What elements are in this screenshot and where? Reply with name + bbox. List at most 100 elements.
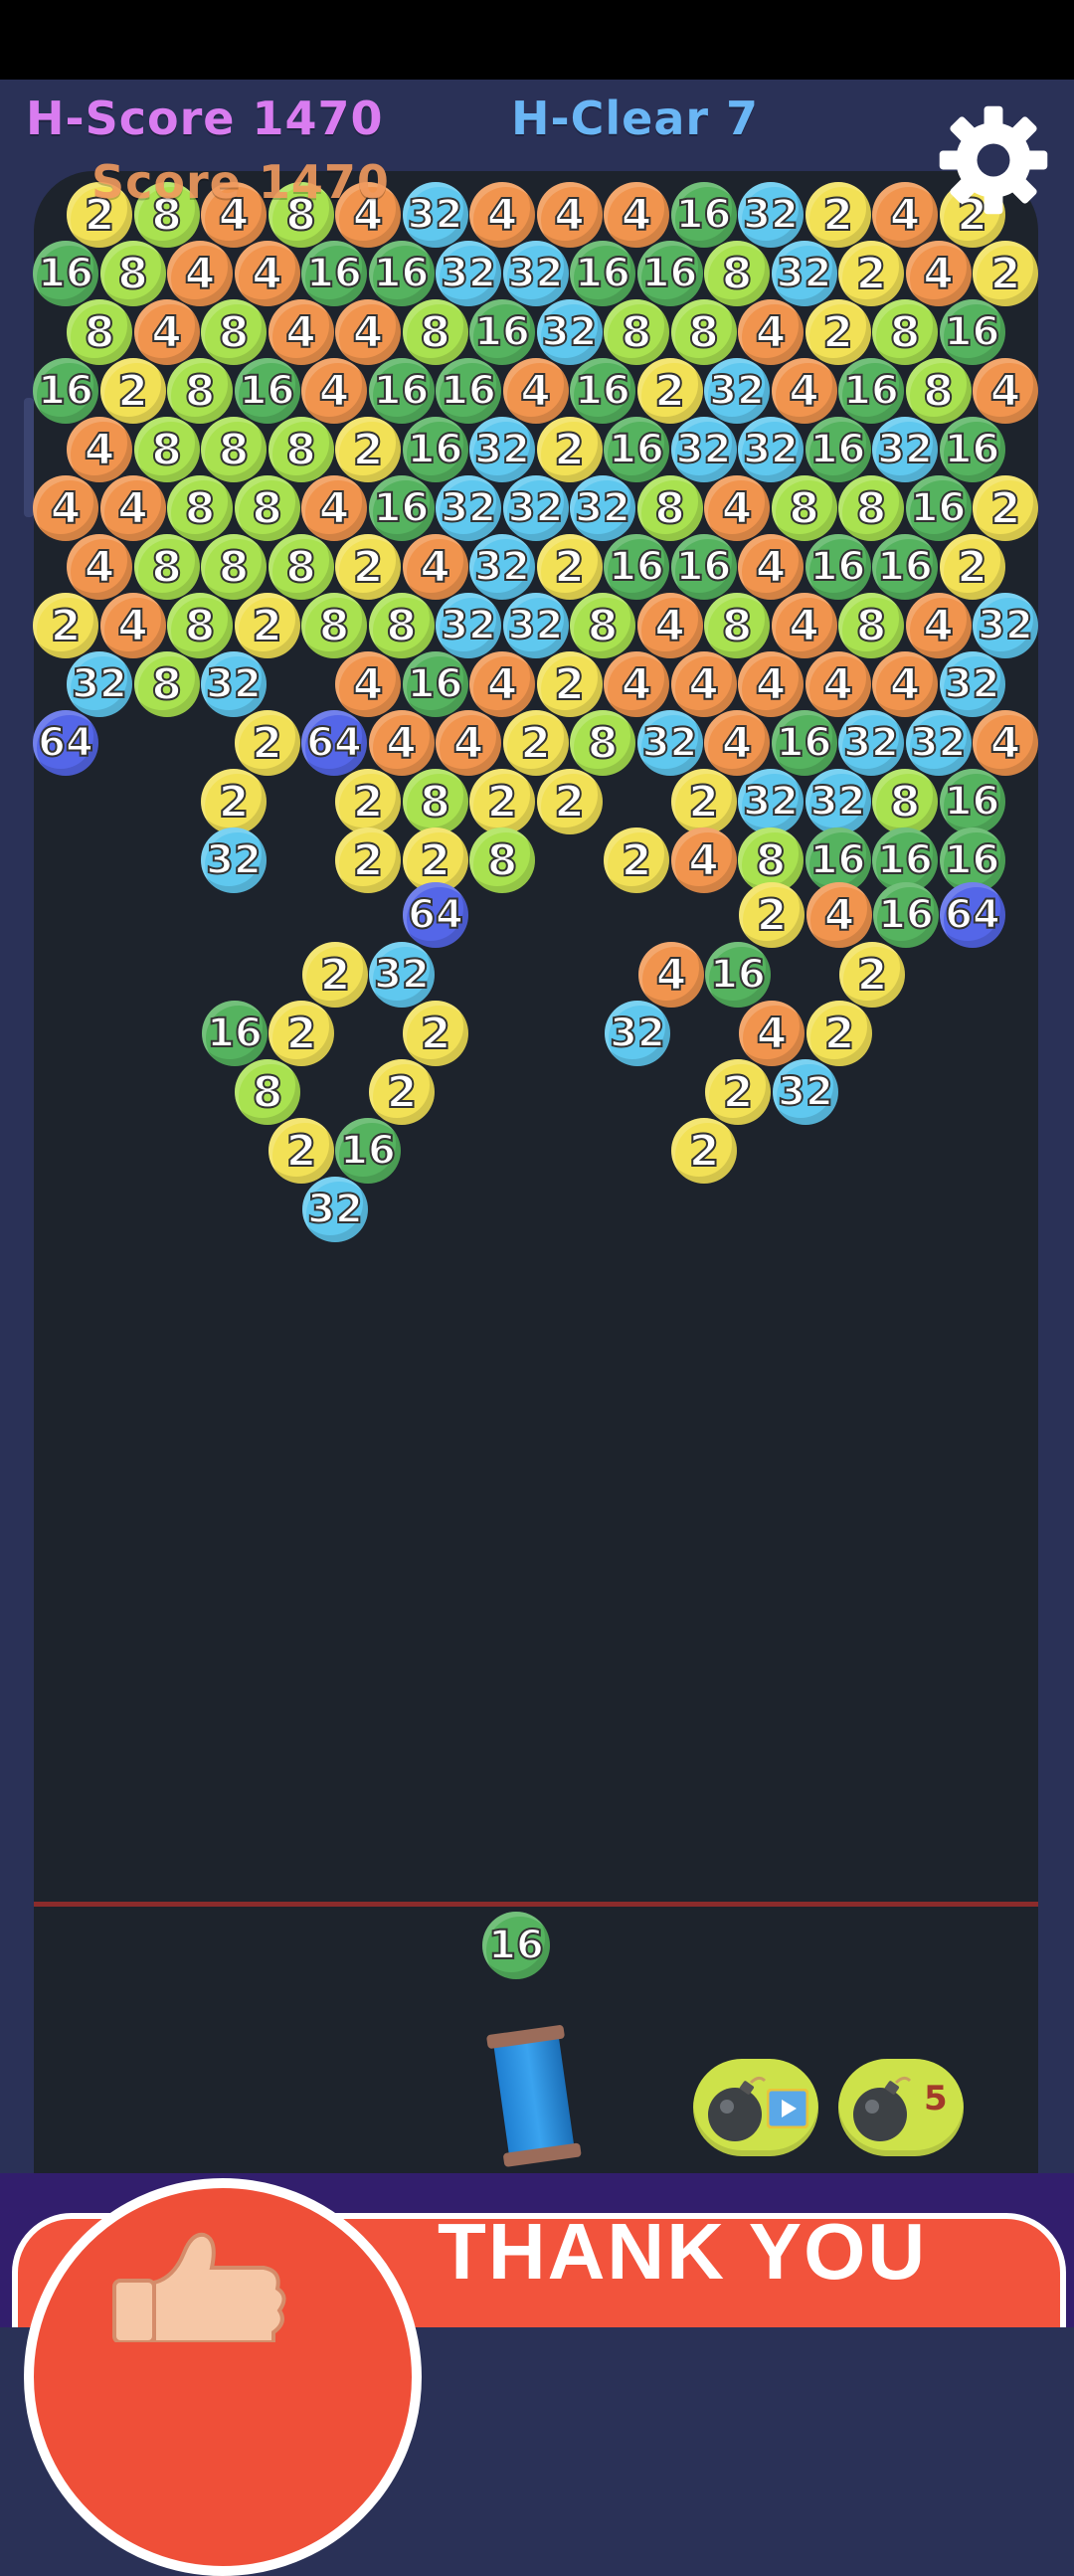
bubble-32: 32 xyxy=(502,475,569,541)
bubble-16: 16 xyxy=(872,534,938,600)
bubble-4: 4 xyxy=(905,241,972,306)
bubble-4: 4 xyxy=(738,299,804,365)
bubble-4: 4 xyxy=(335,651,401,717)
bubble-16: 16 xyxy=(368,241,435,306)
bubble-32: 32 xyxy=(838,710,904,776)
bubble-4: 4 xyxy=(872,182,938,248)
bubble-16: 16 xyxy=(436,358,501,424)
bubble-4: 4 xyxy=(99,475,166,541)
bubble-16: 16 xyxy=(939,769,1005,834)
bubble-16: 16 xyxy=(939,299,1005,365)
bomb-count-powerup[interactable]: 5 xyxy=(838,2059,964,2156)
bubble-16: 16 xyxy=(705,942,771,1008)
bubble-32: 32 xyxy=(369,942,435,1008)
bubble-4: 4 xyxy=(67,534,132,600)
bomb-video-powerup[interactable] xyxy=(693,2059,818,2156)
bubble-8: 8 xyxy=(771,475,837,541)
bubble-32: 32 xyxy=(502,593,569,658)
bubble-8: 8 xyxy=(234,475,300,541)
bubble-16: 16 xyxy=(301,241,367,306)
bubble-2: 2 xyxy=(99,358,166,424)
bubble-2: 2 xyxy=(33,593,98,658)
bubble-16: 16 xyxy=(905,475,972,541)
bubble-16: 16 xyxy=(604,417,669,482)
shooter-cannon[interactable] xyxy=(482,2021,591,2171)
bubble-64: 64 xyxy=(403,882,468,948)
bubble-32: 32 xyxy=(302,1177,368,1242)
bubble-8: 8 xyxy=(167,358,233,424)
bubble-2: 2 xyxy=(604,828,669,893)
bubble-4: 4 xyxy=(973,710,1038,776)
bubble-2: 2 xyxy=(335,769,401,834)
bubble-32: 32 xyxy=(704,358,770,424)
bubble-8: 8 xyxy=(268,417,334,482)
bubble-4: 4 xyxy=(536,182,603,248)
thumbs-up-icon xyxy=(112,2232,286,2342)
bubble-16: 16 xyxy=(570,358,635,424)
bubble-2: 2 xyxy=(671,1118,737,1184)
bubble-4: 4 xyxy=(469,651,535,717)
bubble-32: 32 xyxy=(939,651,1005,717)
bubble-8: 8 xyxy=(570,710,635,776)
bubble-4: 4 xyxy=(268,299,334,365)
bubble-32: 32 xyxy=(605,1001,670,1066)
bubble-32: 32 xyxy=(973,593,1038,658)
bubble-4: 4 xyxy=(99,593,166,658)
bubble-16: 16 xyxy=(670,534,737,600)
bubble-2: 2 xyxy=(268,1001,334,1066)
bubble-2: 2 xyxy=(536,769,603,834)
bubble-16: 16 xyxy=(335,1118,401,1184)
ad-banner-text: THANK YOU xyxy=(438,2207,928,2296)
bubble-4: 4 xyxy=(167,241,233,306)
bubble-8: 8 xyxy=(133,417,200,482)
bubble-32: 32 xyxy=(773,1059,838,1125)
bubble-32: 32 xyxy=(469,534,535,600)
bubble-4: 4 xyxy=(872,651,938,717)
bubble-8: 8 xyxy=(268,534,334,600)
bubble-4: 4 xyxy=(234,241,300,306)
bubble-4: 4 xyxy=(636,593,703,658)
bubble-32: 32 xyxy=(536,299,603,365)
bubble-4: 4 xyxy=(771,358,837,424)
bubble-64: 64 xyxy=(301,710,367,776)
bubble-4: 4 xyxy=(638,942,704,1008)
bubble-32: 32 xyxy=(670,417,737,482)
bubble-32: 32 xyxy=(436,593,501,658)
settings-button[interactable] xyxy=(935,101,1052,219)
bubble-2: 2 xyxy=(636,358,703,424)
bubble-8: 8 xyxy=(905,358,972,424)
bubble-4: 4 xyxy=(604,651,669,717)
bubble-8: 8 xyxy=(704,593,770,658)
bubble-2: 2 xyxy=(973,241,1038,306)
bubble-32: 32 xyxy=(805,769,871,834)
gear-icon xyxy=(939,105,1048,215)
bubble-2: 2 xyxy=(502,710,569,776)
bubble-4: 4 xyxy=(301,475,367,541)
bomb-icon xyxy=(708,2076,767,2141)
bubble-32: 32 xyxy=(436,475,501,541)
bubble-4: 4 xyxy=(738,534,804,600)
bubble-2: 2 xyxy=(536,534,603,600)
bubble-2: 2 xyxy=(806,1001,872,1066)
score-label: Score 1470 xyxy=(91,155,390,209)
bubble-8: 8 xyxy=(604,299,669,365)
bubble-4: 4 xyxy=(905,593,972,658)
bubble-2: 2 xyxy=(536,417,603,482)
bubble-4: 4 xyxy=(67,417,132,482)
bubble-16: 16 xyxy=(805,534,871,600)
bubble-32: 32 xyxy=(402,182,468,248)
bubble-2: 2 xyxy=(403,1001,468,1066)
bomb-icon xyxy=(853,2076,912,2141)
bubble-32: 32 xyxy=(201,651,267,717)
bubble-16: 16 xyxy=(402,417,468,482)
bubble-2: 2 xyxy=(805,299,871,365)
bubble-16: 16 xyxy=(670,182,737,248)
bubble-4: 4 xyxy=(973,358,1038,424)
bubble-8: 8 xyxy=(99,241,166,306)
bubble-8: 8 xyxy=(704,241,770,306)
bubble-64: 64 xyxy=(33,710,98,776)
bubble-8: 8 xyxy=(570,593,635,658)
bubble-2: 2 xyxy=(536,651,603,717)
bomb-count: 5 xyxy=(924,2079,948,2118)
bubble-8: 8 xyxy=(402,299,468,365)
